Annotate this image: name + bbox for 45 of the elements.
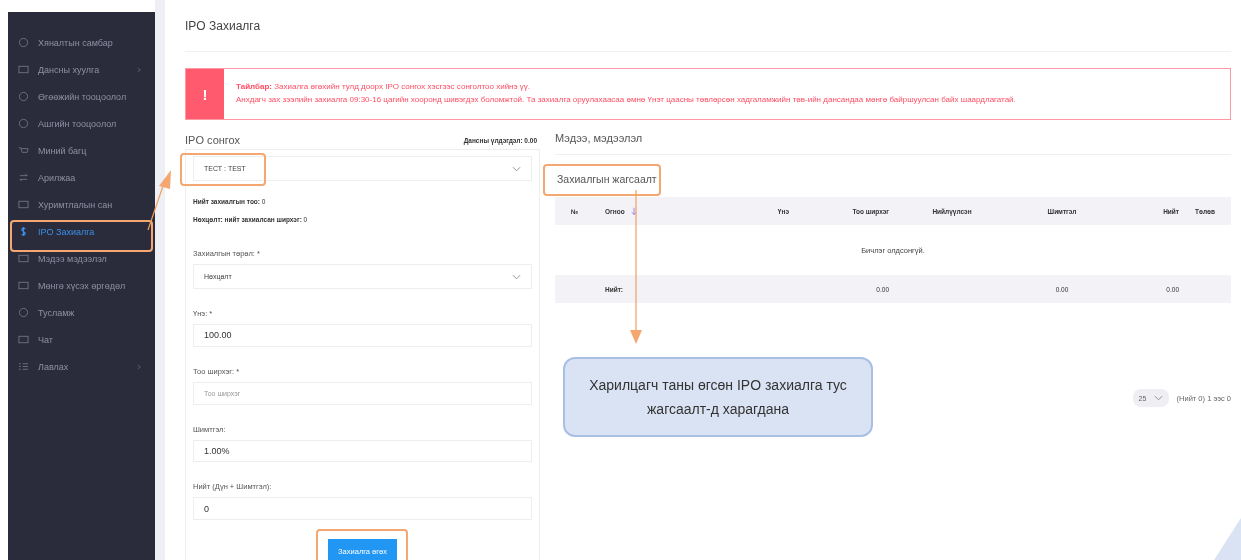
input-field[interactable]: 100.00 [193,324,532,347]
input-field[interactable]: 0 [193,497,532,520]
menu-icon [18,91,29,102]
sidebar-item[interactable]: Өгөөжийн тооцоолол [8,83,155,110]
callout-note: Харилцагч таны өгсөн IPO захиалга тус жагсаалт-д харагдана [563,357,873,437]
input-field[interactable]: 1.00% [193,439,532,463]
sidebar-item[interactable]: IPO Захиалга [8,218,155,245]
sidebar-item[interactable]: Дансны хуулга [8,56,155,83]
page-title: IPO Захиалга [185,0,1232,52]
menu-icon [18,253,29,264]
news-tab[interactable]: Мэдээ, мэдээлэл [555,131,1232,155]
alert-icon: ! [202,85,208,103]
sidebar-item[interactable]: Лавлах [8,353,155,380]
menu-icon [18,37,29,48]
menu-icon [18,226,29,237]
sort-arrow-icon[interactable] [630,206,637,216]
menu-icon [18,199,29,210]
section-title: Захиалгын жагсаалт [556,172,657,187]
chevron-down-icon [512,273,521,280]
menu-icon [18,334,29,345]
sidebar-item[interactable]: Хуримтлалын сан [8,191,155,218]
pointer-arrow [147,170,171,231]
menu-icon [18,361,29,372]
menu-icon [18,172,29,183]
sidebar-item[interactable]: Чат [8,326,155,353]
corner-decoration [1214,518,1241,560]
sidebar-item[interactable]: Мэдээ мэдээлэл [8,245,155,272]
alert-text: Анхдагч зах зээлийн захиалга 09:30-16 цагийн хооронд шивэгдэх боломжтой. Та захиалга оруулахаасаа өмнө Үнэт цаасны төвлөрсөн хадгаламжийн төв-ийн дансандаа мөнгө байршуулсан байх шаардлагатай. [236,94,1016,106]
sidebar-item[interactable]: Хяналтын самбар [8,29,155,56]
menu-icon [18,118,29,129]
panel-title: IPO сонгох [185,134,241,146]
menu-icon [18,307,29,318]
sidebar-item[interactable]: Арилжаа [8,164,155,191]
sidebar-item[interactable]: Миний багц [8,137,155,164]
menu-icon [18,64,29,75]
chevron-icon [137,363,141,370]
sidebar-item[interactable]: Мөнгө хүсэх өргөдөл [8,272,155,299]
sidebar-item[interactable]: Ашгийн тооцоолол [8,110,155,137]
sidebar-item[interactable]: Тусламж [8,299,155,326]
chevron-down-icon [512,165,521,172]
chevron-down-icon [1153,395,1163,401]
chevron-icon [137,66,141,73]
menu-icon [18,280,29,291]
alert-text: Тайлбар: Захиалга өгөхийн тулд доорх IPO сонгох хэсгээс сонголтоо хийнэ үү. [236,81,532,93]
menu-icon [18,145,29,156]
